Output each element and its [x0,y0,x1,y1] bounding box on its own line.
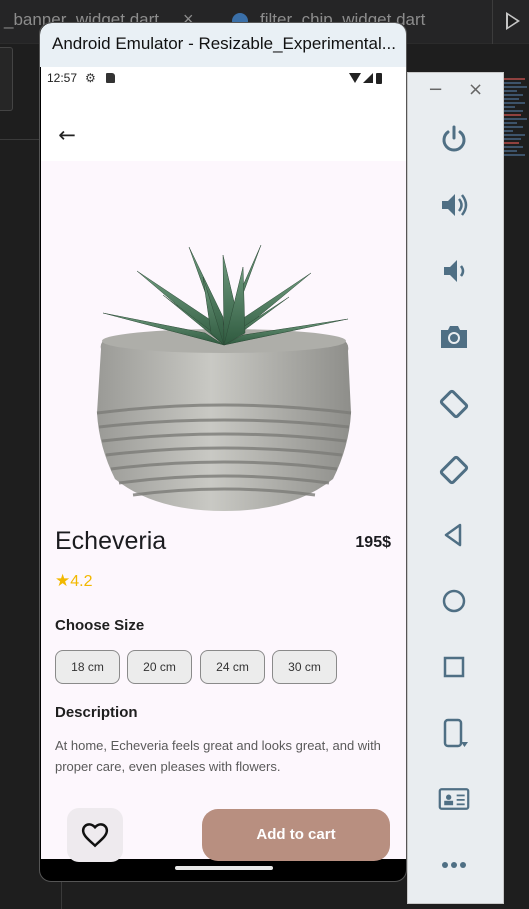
app-bar: ← [41,89,406,161]
size-chip-24[interactable]: 24 cm [200,650,265,684]
overview-icon[interactable] [438,651,470,683]
plant-image [96,244,352,511]
minimize-icon[interactable]: − [428,79,443,100]
ide-tab-divider [492,0,493,44]
battery-icon [376,73,382,84]
ide-side-tab[interactable] [0,47,13,111]
emulator-title: Android Emulator - Resizable_Experimenta… [52,34,396,53]
back-arrow-icon[interactable]: ← [55,123,79,147]
size-chip-30[interactable]: 30 cm [272,650,337,684]
more-icon[interactable] [438,849,470,881]
volume-up-icon[interactable] [438,189,470,221]
close-icon[interactable]: × [468,79,483,100]
camera-icon[interactable] [438,321,470,353]
ide-divider-line [0,139,44,140]
volume-down-icon[interactable] [438,255,470,287]
sd-card-icon [106,73,115,83]
ide-divider-vertical [61,880,62,909]
choose-size-heading: Choose Size [55,617,145,634]
heart-icon [81,823,109,848]
status-bar: 12:57 ⚙ [41,67,406,89]
home-icon[interactable] [438,585,470,617]
product-price: 195$ [355,534,391,551]
product-title: Echeveria [55,527,167,555]
back-icon[interactable] [438,519,470,551]
emulator-side-panel: − × [407,72,504,904]
fold-icon[interactable] [438,717,470,749]
ide-minimap[interactable] [503,78,529,208]
device-screen: 12:57 ⚙ ← Echeveria 195$ ★4.2 Choose Siz… [41,67,406,862]
size-chip-18[interactable]: 18 cm [55,650,120,684]
emulator-window: Android Emulator - Resizable_Experimenta… [39,22,407,882]
signal-icon [363,73,373,83]
wifi-icon [349,73,361,83]
settings-gear-icon: ⚙ [85,71,96,85]
snapshot-icon[interactable] [438,783,470,815]
product-rating: ★4.2 [55,571,93,591]
add-to-cart-button[interactable]: Add to cart [202,809,390,861]
status-icons [349,73,385,84]
star-icon: ★ [55,571,71,590]
description-text: At home, Echeveria feels great and looks… [55,738,381,774]
favorite-button[interactable] [67,808,123,862]
emulator-title-bar[interactable]: Android Emulator - Resizable_Experimenta… [40,23,406,67]
size-chip-20[interactable]: 20 cm [127,650,192,684]
rating-value: 4.2 [70,573,93,590]
rotate-right-icon[interactable] [438,453,470,485]
rotate-left-icon[interactable] [438,387,470,419]
status-time: 12:57 [47,71,78,85]
power-icon[interactable] [438,123,470,155]
run-icon[interactable] [506,12,520,30]
description-heading: Description [55,704,138,721]
gesture-nav-bar[interactable] [175,866,273,870]
